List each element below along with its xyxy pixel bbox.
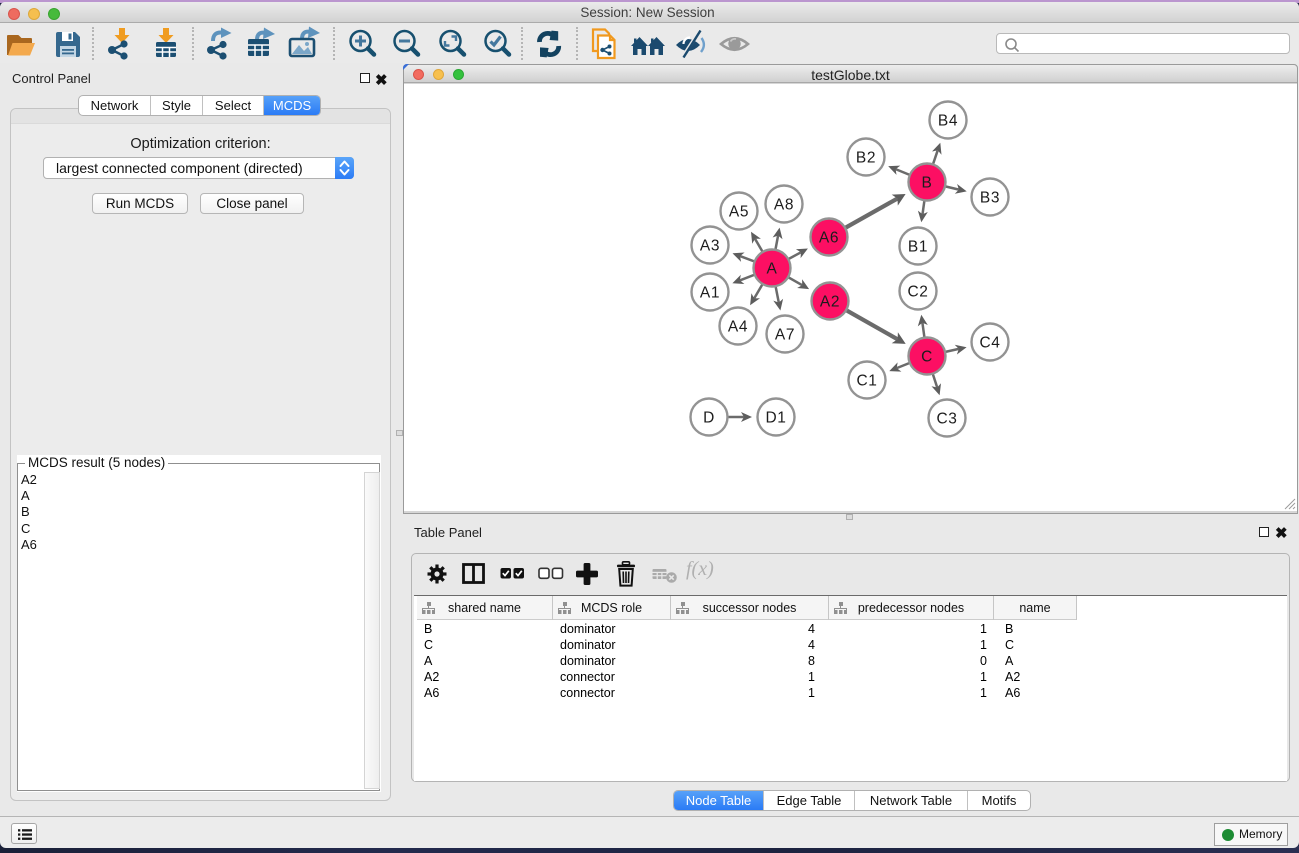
svg-text:A8: A8 (774, 197, 794, 214)
svg-text:C: C (921, 349, 933, 366)
svg-text:B: B (922, 175, 933, 192)
svg-text:C4: C4 (979, 335, 1000, 352)
svg-text:A4: A4 (728, 319, 748, 336)
svg-text:A3: A3 (700, 238, 720, 255)
svg-text:D: D (703, 410, 715, 427)
svg-text:A7: A7 (775, 327, 795, 344)
svg-text:C3: C3 (936, 411, 957, 428)
svg-text:B3: B3 (980, 190, 1000, 207)
svg-text:A5: A5 (729, 204, 749, 221)
svg-text:A1: A1 (700, 285, 720, 302)
svg-text:C2: C2 (907, 284, 928, 301)
svg-text:B1: B1 (908, 239, 928, 256)
svg-text:A: A (767, 261, 778, 278)
svg-text:A6: A6 (819, 230, 839, 247)
svg-text:B4: B4 (938, 113, 958, 130)
svg-text:A2: A2 (820, 294, 840, 311)
svg-text:B2: B2 (856, 150, 876, 167)
svg-text:C1: C1 (856, 373, 877, 390)
svg-text:D1: D1 (765, 410, 786, 427)
